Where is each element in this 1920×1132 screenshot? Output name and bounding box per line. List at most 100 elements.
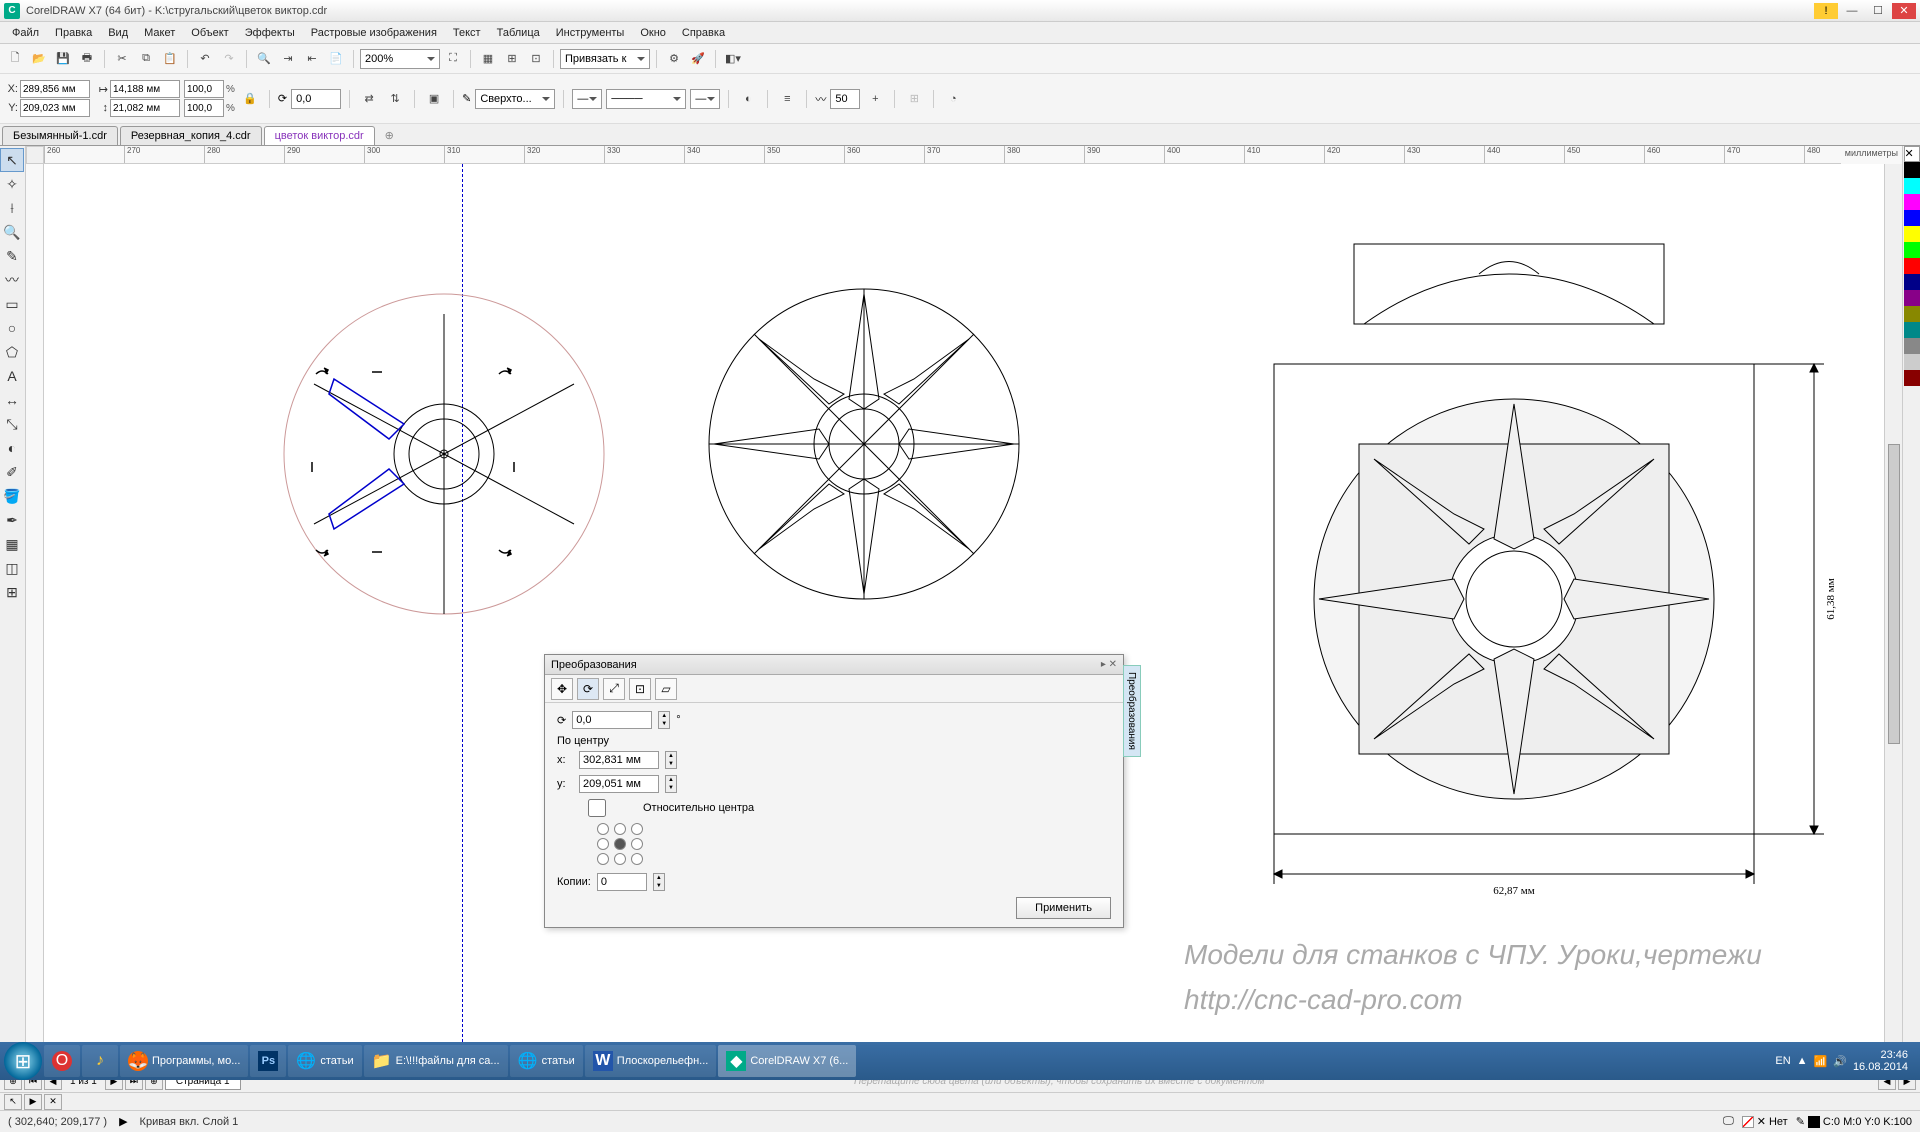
line-end-dropdown[interactable]: —: [690, 89, 720, 109]
tray-lang[interactable]: EN: [1775, 1055, 1790, 1067]
fill-indicator[interactable]: ✕ Нет: [1742, 1115, 1788, 1128]
angle-spinner[interactable]: ▲▼: [658, 711, 670, 729]
angle-input[interactable]: [291, 89, 341, 109]
ellipse-tool-icon[interactable]: ○: [0, 316, 24, 340]
transform-size-icon[interactable]: ⊡: [629, 678, 651, 700]
transformations-docker[interactable]: Преобразования ▸ ✕ Преобразования ✥ ⟳ ⤢ …: [544, 654, 1124, 928]
doc-tab-1[interactable]: Безымянный-1.cdr: [2, 126, 118, 145]
start-button[interactable]: ⊞: [4, 1042, 42, 1080]
menu-bitmap[interactable]: Растровые изображения: [303, 27, 445, 39]
color-swatch[interactable]: [1904, 226, 1920, 242]
polygon-tool-icon[interactable]: ⬠: [0, 340, 24, 364]
menu-help[interactable]: Справка: [674, 27, 733, 39]
wrap-icon[interactable]: ▣: [423, 88, 445, 110]
line-start-dropdown[interactable]: —: [572, 89, 602, 109]
center-y-spinner[interactable]: ▲▼: [665, 775, 677, 793]
tray-sound-icon[interactable]: 🔊: [1833, 1055, 1847, 1068]
height-input[interactable]: [110, 99, 180, 117]
menu-file[interactable]: Файл: [4, 27, 47, 39]
shape-tool-icon[interactable]: ✧: [0, 172, 24, 196]
outline-width-dropdown[interactable]: Сверхто...: [475, 89, 555, 109]
transform-scale-icon[interactable]: ⤢: [603, 678, 625, 700]
pos-x-input[interactable]: [20, 80, 90, 98]
connector-tool-icon[interactable]: ⤡: [0, 412, 24, 436]
snapto-dropdown[interactable]: Привязать к: [560, 49, 650, 69]
center-x-spinner[interactable]: ▲▼: [665, 751, 677, 769]
guides-icon[interactable]: ⊞: [501, 48, 523, 70]
line-style-dropdown[interactable]: ────: [606, 89, 686, 109]
color-swatch[interactable]: [1904, 338, 1920, 354]
color-swatch[interactable]: [1904, 274, 1920, 290]
alert-icon[interactable]: !: [1814, 3, 1838, 19]
snap-tol-input[interactable]: [830, 89, 860, 109]
tray-flag-icon[interactable]: ▲: [1797, 1055, 1808, 1067]
import-icon[interactable]: ⇥: [277, 48, 299, 70]
options-icon[interactable]: ⚙: [663, 48, 685, 70]
snap-plus-icon[interactable]: +: [864, 88, 886, 110]
grid-icon[interactable]: ▦: [477, 48, 499, 70]
mirror-h-icon[interactable]: ⇄: [358, 88, 380, 110]
convert-icon[interactable]: ◔: [942, 88, 964, 110]
save-icon[interactable]: 💾: [52, 48, 74, 70]
color-swatch[interactable]: [1904, 210, 1920, 226]
color-swatch[interactable]: [1904, 242, 1920, 258]
maximize-button[interactable]: ☐: [1866, 3, 1890, 19]
freehand-tool-icon[interactable]: ✎: [0, 244, 24, 268]
ruler-horizontal[interactable]: 2602702802903003103203303403503603703803…: [44, 146, 1884, 164]
relative-center-checkbox[interactable]: [557, 799, 637, 817]
color-swatch[interactable]: [1904, 162, 1920, 178]
search-icon[interactable]: 🔍: [253, 48, 275, 70]
no-fill-swatch[interactable]: ✕: [1904, 146, 1920, 162]
effects-tool-icon[interactable]: ◐: [0, 436, 24, 460]
color-swatch[interactable]: [1904, 290, 1920, 306]
ruler-origin[interactable]: [26, 146, 44, 164]
transparency-tool-icon[interactable]: ◫: [0, 556, 24, 580]
docker-side-tab[interactable]: Преобразования: [1123, 665, 1141, 757]
center-y-input[interactable]: [579, 775, 659, 793]
menu-object[interactable]: Объект: [183, 27, 236, 39]
docker-titlebar[interactable]: Преобразования ▸ ✕: [545, 655, 1123, 675]
menu-layout[interactable]: Макет: [136, 27, 183, 39]
color-swatch[interactable]: [1904, 322, 1920, 338]
color-swatch[interactable]: [1904, 258, 1920, 274]
taskbar-media[interactable]: ♪: [82, 1045, 118, 1077]
menu-view[interactable]: Вид: [100, 27, 136, 39]
crop-tool-icon[interactable]: ⟊: [0, 196, 24, 220]
paste-icon[interactable]: 📋: [159, 48, 181, 70]
menu-table[interactable]: Таблица: [489, 27, 548, 39]
menu-text[interactable]: Текст: [445, 27, 489, 39]
play-icon[interactable]: ▶: [24, 1094, 42, 1110]
behind-fill-icon[interactable]: ◐: [737, 88, 759, 110]
zoom-tool-icon[interactable]: 🔍: [0, 220, 24, 244]
doc-tab-2[interactable]: Резервная_копия_4.cdr: [120, 126, 262, 145]
docker-collapse-icon[interactable]: ▸ ✕: [1101, 659, 1117, 670]
scale-x-input[interactable]: [184, 80, 224, 98]
minimize-button[interactable]: —: [1840, 3, 1864, 19]
print-icon[interactable]: 🖶: [76, 48, 98, 70]
close-button[interactable]: ✕: [1892, 3, 1916, 19]
color-swatch[interactable]: [1904, 306, 1920, 322]
eyedropper-tool-icon[interactable]: ✐: [0, 460, 24, 484]
taskbar-word[interactable]: WПлоскорельефн...: [585, 1045, 717, 1077]
taskbar-explorer[interactable]: 📁E:\!!!файлы для са...: [364, 1045, 508, 1077]
undo-icon[interactable]: ↶: [194, 48, 216, 70]
taskbar-opera[interactable]: O: [44, 1045, 80, 1077]
pos-y-input[interactable]: [20, 99, 90, 117]
apply-button[interactable]: Применить: [1016, 897, 1111, 919]
menu-edit[interactable]: Правка: [47, 27, 100, 39]
copies-spinner[interactable]: ▲▼: [653, 873, 665, 891]
transform-skew-icon[interactable]: ▱: [655, 678, 677, 700]
bbox-icon[interactable]: ⊞: [903, 88, 925, 110]
zoom-dropdown[interactable]: 200%: [360, 49, 440, 69]
color-swatch[interactable]: [1904, 178, 1920, 194]
taskbar-browser2[interactable]: 🌐статьи: [510, 1045, 583, 1077]
tray-clock[interactable]: 23:46 16.08.2014: [1853, 1049, 1908, 1073]
fullscreen-icon[interactable]: ⛶: [442, 48, 464, 70]
lock-ratio-icon[interactable]: 🔒: [239, 88, 261, 110]
taskbar-browser1[interactable]: 🌐статьи: [288, 1045, 361, 1077]
tab-add-icon[interactable]: ⊕: [377, 126, 402, 145]
taskbar-photoshop[interactable]: Ps: [250, 1045, 286, 1077]
wrap-text-icon[interactable]: ≡: [776, 88, 798, 110]
taskbar-coreldraw[interactable]: ◆CorelDRAW X7 (6...: [718, 1045, 856, 1077]
new-icon[interactable]: 🗋: [4, 48, 26, 70]
